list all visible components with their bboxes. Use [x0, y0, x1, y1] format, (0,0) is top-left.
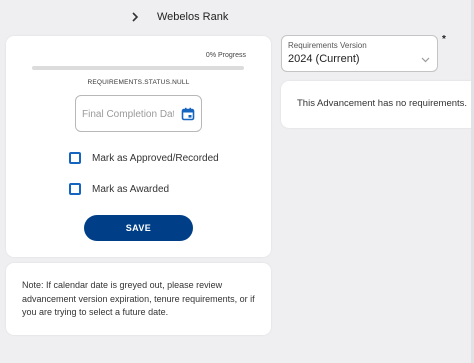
approved-checkbox[interactable]: [69, 152, 81, 164]
completion-date-field[interactable]: [75, 95, 202, 132]
approved-checkbox-row[interactable]: Mark as Approved/Recorded: [69, 151, 219, 165]
no-requirements-card: This Advancement has no requirements.: [281, 81, 474, 128]
top-bar: Webelos Rank: [0, 0, 474, 34]
progress-label: 0% Progress: [205, 52, 246, 59]
chevron-right-icon[interactable]: [128, 10, 142, 24]
breadcrumb-label: Webelos Rank: [157, 11, 229, 23]
note-text: Note: If calendar date is greyed out, pl…: [22, 280, 255, 317]
awarded-checkbox-row[interactable]: Mark as Awarded: [69, 182, 169, 196]
required-marker: *: [442, 34, 446, 45]
requirements-version-caption: Requirements Version: [288, 41, 367, 50]
status-key: REQUIREMENTS.STATUS.NULL: [87, 79, 190, 86]
progress-bar: [32, 66, 244, 70]
requirements-version-select[interactable]: Requirements Version 2024 (Current): [281, 35, 438, 72]
chevron-down-icon: [421, 50, 430, 63]
awarded-checkbox[interactable]: [69, 183, 81, 195]
awarded-checkbox-label: Mark as Awarded: [92, 183, 170, 195]
requirements-version-value: 2024 (Current): [288, 53, 360, 65]
completion-date-input[interactable]: [82, 106, 174, 122]
advancement-card: 0% Progress REQUIREMENTS.STATUS.NULL Mar…: [6, 36, 271, 257]
approved-checkbox-label: Mark as Approved/Recorded: [92, 152, 219, 164]
note-card: Note: If calendar date is greyed out, pl…: [6, 263, 271, 335]
calendar-icon[interactable]: [181, 107, 195, 121]
save-button[interactable]: SAVE: [84, 215, 193, 241]
no-requirements-message: This Advancement has no requirements.: [297, 98, 468, 109]
